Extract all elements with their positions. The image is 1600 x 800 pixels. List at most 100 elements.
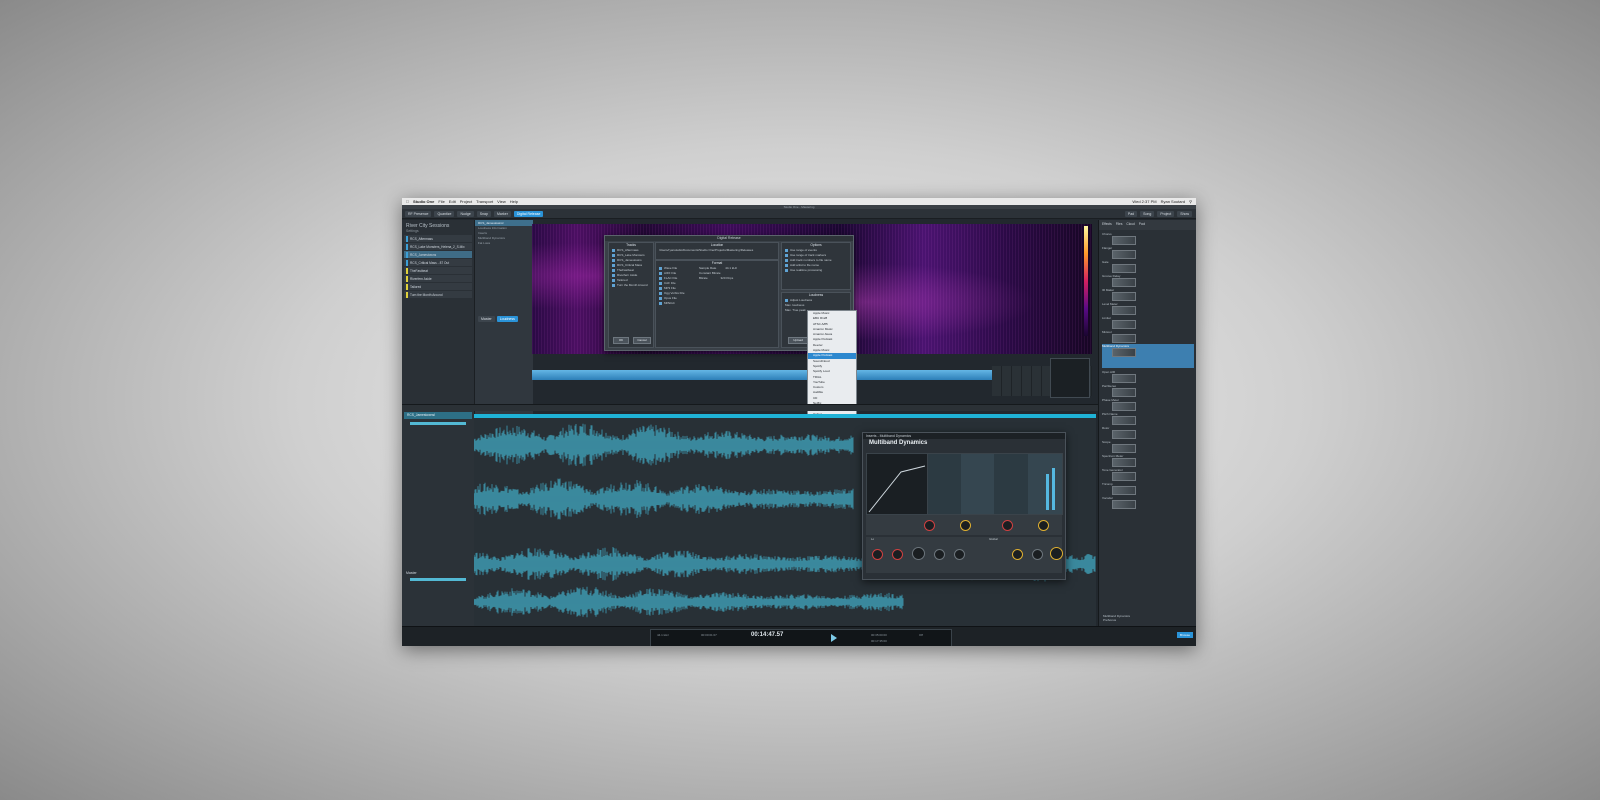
browser-effect-item[interactable]: Scope: [1102, 440, 1194, 453]
menu-file[interactable]: File: [438, 199, 444, 204]
user-name[interactable]: Ryan Soutard: [1161, 199, 1185, 204]
band-threshold-knob[interactable]: [960, 520, 971, 531]
checkbox-icon[interactable]: [612, 268, 615, 272]
checkbox-icon[interactable]: [659, 301, 662, 305]
pad-button[interactable]: Pad: [1124, 210, 1138, 217]
browser-effect-item[interactable]: PanStereo: [1102, 384, 1194, 397]
browse-button[interactable]: Browse: [1176, 632, 1193, 638]
arrange-track-name[interactable]: RCS_JamestownsI: [404, 412, 472, 419]
ratio-knob[interactable]: [954, 549, 965, 560]
track-volume-fader[interactable]: [410, 422, 466, 425]
checkbox-icon[interactable]: [659, 276, 662, 280]
browser-effect-item[interactable]: Groove Delay: [1102, 274, 1194, 287]
checkbox-icon[interactable]: [612, 283, 615, 287]
show-button[interactable]: Show: [1177, 210, 1192, 217]
track-item[interactable]: RCS_Jamestowns: [404, 251, 472, 258]
browser-effect-item[interactable]: Mixtool: [1102, 330, 1194, 343]
browser-effect-item[interactable]: Vocoder: [1102, 496, 1194, 509]
track-item[interactable]: Turn the Month Around: [404, 291, 472, 298]
browser-effect-item[interactable]: Pitch Name: [1102, 412, 1194, 425]
checkbox-icon[interactable]: [659, 286, 662, 290]
project-button[interactable]: Project: [1157, 210, 1175, 217]
track-item[interactable]: RCS_Critical Mass - 87 Out: [404, 259, 472, 266]
checkbox-icon[interactable]: [659, 266, 662, 270]
nudge-button[interactable]: Nudge: [457, 210, 474, 217]
option-item[interactable]: Use realtime processing: [782, 268, 850, 273]
timeline-ruler[interactable]: [474, 404, 1096, 410]
song-button[interactable]: Song: [1140, 210, 1155, 217]
menu-edit[interactable]: Edit: [449, 199, 456, 204]
browser-effect-item[interactable]: Tricomp: [1102, 482, 1194, 495]
browser-effect-item[interactable]: Rotor: [1102, 426, 1194, 439]
browser-effect-item[interactable]: Multiband Dynamics: [1102, 344, 1194, 368]
compressor-curve-graph[interactable]: [866, 453, 928, 515]
menu-project[interactable]: Project: [460, 199, 472, 204]
track-item[interactable]: Tailored: [404, 283, 472, 290]
snap-button[interactable]: Snap: [476, 210, 491, 217]
menu-view[interactable]: View: [497, 199, 506, 204]
checkbox-icon[interactable]: [785, 298, 788, 302]
preset-selector[interactable]: RF Presence: [405, 210, 432, 217]
band-gain-knob[interactable]: [924, 520, 935, 531]
low-freq-knob[interactable]: [872, 549, 883, 560]
sample-rate-select[interactable]: 44.1 kHz: [725, 266, 737, 270]
browser-effect-item[interactable]: Flanger: [1102, 246, 1194, 259]
quantize-button[interactable]: Quantize: [434, 210, 455, 217]
track-item[interactable]: RCS_Lake Monsters_Helena_2_S.Mix: [404, 243, 472, 250]
mix-knob[interactable]: [1050, 547, 1063, 560]
release-knob[interactable]: [934, 549, 945, 560]
menu-help[interactable]: Help: [510, 199, 518, 204]
marker-button[interactable]: Marker: [493, 210, 511, 217]
band-output-knob[interactable]: [1038, 520, 1049, 531]
checkbox-icon[interactable]: [612, 253, 615, 257]
checkbox-icon[interactable]: [659, 296, 662, 300]
checkbox-icon[interactable]: [785, 268, 788, 272]
checkbox-icon[interactable]: [612, 248, 615, 252]
checkbox-icon[interactable]: [785, 248, 788, 252]
track-item[interactable]: TheFastbeat: [404, 267, 472, 274]
browser-effect-item[interactable]: Chorus: [1102, 232, 1194, 245]
browser-effect-item[interactable]: Gate: [1102, 260, 1194, 273]
tab-effects[interactable]: Effects: [1102, 222, 1112, 228]
band-display[interactable]: [927, 453, 1063, 515]
play-icon[interactable]: [831, 634, 837, 642]
checkbox-icon[interactable]: [785, 253, 788, 257]
checkbox-icon[interactable]: [659, 271, 662, 275]
checkbox-icon[interactable]: [659, 291, 662, 295]
attack-knob[interactable]: [912, 547, 925, 560]
checkbox-icon[interactable]: [612, 278, 615, 282]
tab-pool[interactable]: Pool: [1139, 222, 1145, 228]
checkbox-icon[interactable]: [612, 258, 615, 262]
cancel-button[interactable]: Cancel: [633, 337, 651, 344]
band-ratio-knob[interactable]: [1002, 520, 1013, 531]
metronome-state[interactable]: Off: [919, 633, 923, 637]
menu-transport[interactable]: Transport: [476, 199, 493, 204]
digital-release-button[interactable]: Digital Release: [513, 210, 544, 217]
tab-master[interactable]: Master: [478, 316, 495, 322]
location-path-field[interactable]: /Users/ryanstudio/Documents/Studio One/P…: [656, 248, 778, 253]
checkbox-icon[interactable]: [612, 273, 615, 277]
fat-lows-item[interactable]: Fat Lows: [475, 241, 533, 246]
track-item[interactable]: RCS_Aftermass: [404, 235, 472, 242]
search-icon[interactable]: ⚲: [1189, 199, 1192, 204]
tab-cloud[interactable]: Cloud: [1126, 222, 1134, 228]
ok-button[interactable]: OK: [613, 337, 629, 344]
browser-effect-item[interactable]: Phase Meter: [1102, 398, 1194, 411]
release-track-item[interactable]: Turn the Month Around: [609, 283, 653, 288]
browser-effect-item[interactable]: Tone Generator: [1102, 468, 1194, 481]
browser-effect-item[interactable]: Open AIR: [1102, 370, 1194, 383]
apple-icon[interactable]: : [406, 199, 409, 204]
high-freq-knob[interactable]: [892, 549, 903, 560]
browser-effect-item[interactable]: Level Meter: [1102, 302, 1194, 315]
master-volume-fader[interactable]: [410, 578, 466, 581]
track-item[interactable]: Riverfern Aside: [404, 275, 472, 282]
app-menu[interactable]: Studio One: [413, 199, 434, 204]
bitrate-select[interactable]: 320 Kbps: [721, 276, 734, 280]
checkbox-icon[interactable]: [612, 263, 615, 267]
output-gain-knob[interactable]: [1032, 549, 1043, 560]
checkbox-icon[interactable]: [785, 258, 788, 262]
tab-loudness[interactable]: Loudness: [496, 316, 518, 322]
checkbox-icon[interactable]: [659, 281, 662, 285]
tab-files[interactable]: Files: [1116, 222, 1123, 228]
browser-effect-item[interactable]: Spectrum Meter: [1102, 454, 1194, 467]
